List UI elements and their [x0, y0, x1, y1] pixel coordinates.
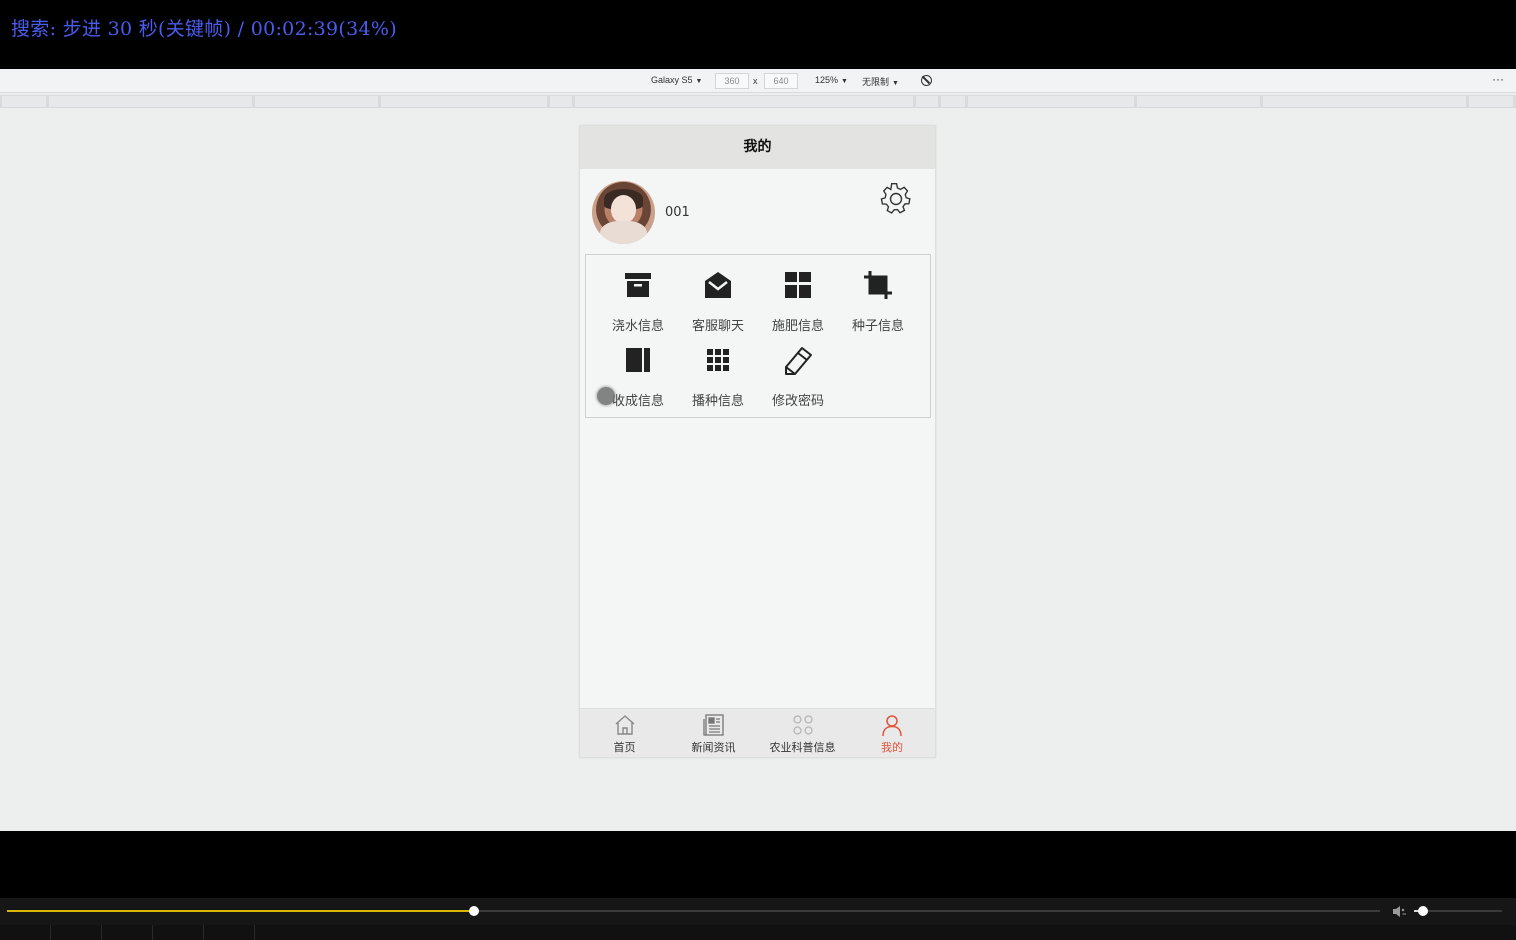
tab-news[interactable]: 新闻资讯: [669, 709, 758, 757]
envelope-icon: [705, 272, 731, 298]
ruler-segment[interactable]: [1137, 96, 1260, 107]
media-query-ruler: [0, 95, 1516, 108]
tab-label: 我的: [881, 741, 903, 754]
volume-slider[interactable]: [1414, 906, 1502, 916]
ruler-segment[interactable]: [255, 96, 378, 107]
crop-icon: [864, 271, 892, 299]
menu-item-seeds[interactable]: 种子信息: [838, 259, 918, 334]
ruler-segment[interactable]: [968, 96, 1134, 107]
tab-label: 农业科普信息: [769, 741, 836, 754]
height-input[interactable]: 640: [764, 73, 798, 89]
ruler-segment[interactable]: [1469, 96, 1513, 107]
phone-screen: 我的 001 浇水信息 客服聊天 施肥信息 种子信息 收成信息 播种信息 修改密…: [579, 125, 936, 758]
chevron-down-icon: ▼: [841, 78, 848, 85]
newspaper-icon: [703, 714, 724, 736]
seek-handle[interactable]: [468, 906, 479, 916]
player-bottom-strip: [0, 925, 1516, 940]
ruler-segment[interactable]: [550, 96, 572, 107]
throttle-select[interactable]: 无限制 ▼: [862, 75, 899, 88]
gear-icon[interactable]: [879, 182, 913, 216]
ruler-segment[interactable]: [1263, 96, 1466, 107]
menu-grid: 浇水信息 客服聊天 施肥信息 种子信息 收成信息 播种信息 修改密码: [585, 254, 931, 418]
more-options-icon[interactable]: ···: [1492, 72, 1504, 86]
menu-item-label: 播种信息: [691, 394, 744, 409]
pencil-icon: [785, 347, 812, 375]
volume-icon[interactable]: [1392, 905, 1408, 918]
device-select-label: Galaxy S5: [651, 75, 693, 85]
username: 001: [665, 205, 690, 220]
tab-label: 新闻资讯: [691, 741, 736, 754]
menu-item-watering[interactable]: 浇水信息: [598, 259, 678, 334]
zoom-select-label: 125%: [815, 75, 839, 85]
menu-item-fertilizing[interactable]: 施肥信息: [758, 259, 838, 334]
tab-label: 首页: [613, 741, 636, 754]
device-toolbar: Galaxy S5 ▼ 360 x 640 125% ▼ 无限制 ▼ ···: [0, 69, 1516, 93]
tab-agri-science[interactable]: 农业科普信息: [758, 709, 847, 757]
columns-icon: [626, 348, 650, 372]
ruler-segment[interactable]: [2, 96, 46, 107]
apps-grid-icon: [707, 349, 729, 371]
ruler-segment[interactable]: [49, 96, 252, 107]
ruler-segment[interactable]: [916, 96, 938, 107]
volume-handle[interactable]: [1417, 906, 1428, 916]
menu-item-sowing[interactable]: 播种信息: [678, 334, 758, 409]
strip-button[interactable]: [152, 925, 203, 940]
ruler-segment[interactable]: [575, 96, 913, 107]
menu-item-change-password[interactable]: 修改密码: [758, 334, 838, 409]
menu-item-customer-chat[interactable]: 客服聊天: [678, 259, 758, 334]
page-title: 我的: [580, 126, 935, 169]
home-icon: [615, 715, 635, 735]
seek-bar-fill: [7, 910, 474, 912]
avatar-body: [600, 221, 647, 244]
ruler-segment[interactable]: [381, 96, 547, 107]
rotate-icon[interactable]: [921, 75, 932, 86]
strip-button[interactable]: [101, 925, 152, 940]
osd-status-text: 搜索: 步进 30 秒(关键帧) / 00:02:39(34%): [11, 18, 397, 40]
menu-item-label: 种子信息: [851, 319, 904, 334]
tab-mine[interactable]: 我的: [847, 709, 935, 757]
menu-item-label: 客服聊天: [691, 319, 744, 334]
avatar-face: [611, 195, 636, 223]
user-icon: [882, 715, 902, 737]
clover-icon: [793, 715, 813, 735]
width-input[interactable]: 360: [715, 73, 749, 89]
bottom-tab-bar: 首页 新闻资讯 农业科普信息 我的: [580, 708, 935, 757]
strip-button[interactable]: [254, 925, 305, 940]
strip-button[interactable]: [50, 925, 101, 940]
avatar[interactable]: [592, 181, 655, 244]
seek-bar[interactable]: [7, 906, 1380, 916]
dimension-separator: x: [753, 76, 758, 86]
archive-icon: [625, 273, 651, 297]
chevron-down-icon: ▼: [892, 80, 899, 87]
strip-button[interactable]: [203, 925, 254, 940]
throttle-select-label: 无限制: [862, 77, 890, 87]
player-controls: [0, 898, 1516, 925]
touch-cursor: [597, 387, 615, 405]
zoom-select[interactable]: 125% ▼: [815, 75, 848, 85]
ruler-segment[interactable]: [941, 96, 965, 107]
dashboard-grid-icon: [785, 272, 811, 298]
menu-item-label: 施肥信息: [771, 319, 824, 334]
tab-home[interactable]: 首页: [580, 709, 669, 757]
browser-viewport: Galaxy S5 ▼ 360 x 640 125% ▼ 无限制 ▼ ··· 我的: [0, 69, 1516, 831]
screen: 搜索: 步进 30 秒(关键帧) / 00:02:39(34%) Galaxy …: [0, 0, 1516, 940]
chevron-down-icon: ▼: [695, 78, 703, 85]
menu-item-label: 浇水信息: [611, 319, 664, 334]
device-select[interactable]: Galaxy S5 ▼: [651, 75, 702, 85]
menu-item-label: 修改密码: [771, 394, 824, 409]
profile-section: 001: [580, 169, 935, 254]
